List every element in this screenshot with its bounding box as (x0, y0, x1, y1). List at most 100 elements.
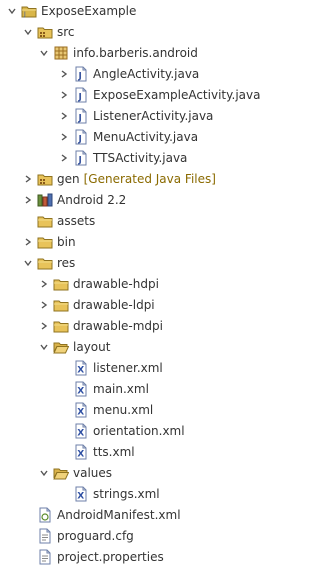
tree-item-label: Android 2.2 (57, 192, 127, 207)
java-file-icon: J (73, 87, 89, 103)
chevron-right-icon[interactable] (38, 278, 50, 290)
tree-item[interactable]: assets (0, 210, 249, 231)
tree-item[interactable]: Xmenu.xml (0, 399, 249, 420)
svg-text:X: X (77, 428, 84, 438)
tree-item[interactable]: info.barberis.android (0, 42, 249, 63)
tree-item-label: gen (57, 171, 80, 186)
tree-item[interactable]: Xlistener.xml (0, 357, 249, 378)
tree-item[interactable]: res (0, 252, 249, 273)
chevron-right-icon[interactable] (58, 131, 70, 143)
chevron-down-icon[interactable] (38, 341, 50, 353)
chevron-down-icon[interactable] (38, 467, 50, 479)
project-icon: J (21, 3, 37, 19)
tree-item[interactable]: drawable-mdpi (0, 315, 249, 336)
folder-icon (37, 234, 53, 250)
svg-text:J: J (78, 113, 82, 123)
tree-item[interactable]: proguard.cfg (0, 525, 249, 546)
tree-item[interactable]: AndroidManifest.xml (0, 504, 249, 525)
svg-text:X: X (77, 491, 84, 501)
folder-icon (53, 276, 69, 292)
tree-item-label: TTSActivity.java (93, 150, 188, 165)
tree-item[interactable]: Xorientation.xml (0, 420, 249, 441)
tree-item-label: listener.xml (93, 360, 163, 375)
svg-text:X: X (77, 449, 84, 459)
chevron-right-icon[interactable] (38, 299, 50, 311)
tree-item-label: bin (57, 234, 76, 249)
tree-item[interactable]: src (0, 21, 249, 42)
tree-item[interactable]: Android 2.2 (0, 189, 249, 210)
chevron-down-icon[interactable] (38, 47, 50, 59)
tree-item[interactable]: Xstrings.xml (0, 483, 249, 504)
folder-icon (37, 213, 53, 229)
chevron-down-icon[interactable] (22, 257, 34, 269)
tree-item-label: src (57, 24, 75, 39)
xml-file-icon: X (73, 402, 89, 418)
tree-item-label: layout (73, 339, 111, 354)
tree-item[interactable]: Xmain.xml (0, 378, 249, 399)
tree-item[interactable]: J AngleActivity.java (0, 63, 249, 84)
tree-item-label: strings.xml (93, 486, 160, 501)
tree-item[interactable]: values (0, 462, 249, 483)
tree-item[interactable]: Xtts.xml (0, 441, 249, 462)
library-icon (37, 192, 53, 208)
tree-item-label: AngleActivity.java (93, 66, 200, 81)
svg-text:J: J (78, 71, 82, 81)
folder-icon (37, 255, 53, 271)
source-folder-icon (37, 171, 53, 187)
tree-item-label: drawable-mdpi (73, 318, 163, 333)
source-folder-icon (37, 24, 53, 40)
chevron-right-icon[interactable] (58, 68, 70, 80)
tree-item-label: orientation.xml (93, 423, 185, 438)
svg-text:J: J (23, 11, 26, 18)
chevron-right-icon[interactable] (22, 194, 34, 206)
chevron-right-icon[interactable] (58, 89, 70, 101)
tree-item[interactable]: J TTSActivity.java (0, 147, 249, 168)
tree-item[interactable]: bin (0, 231, 249, 252)
chevron-right-icon[interactable] (58, 110, 70, 122)
tree-item[interactable]: project.properties (0, 546, 249, 567)
text-file-icon (37, 528, 53, 544)
tree-item[interactable]: J MenuActivity.java (0, 126, 249, 147)
tree-item-label: info.barberis.android (73, 45, 198, 60)
java-file-icon: J (73, 66, 89, 82)
tree-item[interactable]: layout (0, 336, 249, 357)
chevron-right-icon[interactable] (58, 152, 70, 164)
tree-item-label: ExposeExampleActivity.java (93, 87, 261, 102)
tree-item[interactable]: J ExposeExampleActivity.java (0, 84, 260, 105)
package-explorer-tree: J ExposeExample src info.barberis.android J A… (0, 0, 260, 567)
chevron-right-icon[interactable] (22, 236, 34, 248)
chevron-down-icon[interactable] (6, 5, 18, 17)
java-file-icon: J (73, 108, 89, 124)
tree-item-label: values (73, 465, 113, 480)
xml-file-icon: X (73, 381, 89, 397)
tree-item[interactable]: gen [Generated Java Files] (0, 168, 249, 189)
java-file-icon: J (73, 129, 89, 145)
tree-item-label: AndroidManifest.xml (57, 507, 181, 522)
svg-text:J: J (78, 134, 82, 144)
tree-item[interactable]: drawable-hdpi (0, 273, 249, 294)
tree-item[interactable]: J ListenerActivity.java (0, 105, 249, 126)
chevron-down-icon[interactable] (22, 26, 34, 38)
tree-item-label: ListenerActivity.java (93, 108, 214, 123)
svg-text:X: X (77, 407, 84, 417)
chevron-right-icon[interactable] (38, 320, 50, 332)
tree-item-label: drawable-hdpi (73, 276, 159, 291)
svg-text:X: X (77, 386, 84, 396)
tree-item[interactable]: J ExposeExample (0, 0, 249, 21)
svg-text:X: X (77, 365, 84, 375)
tree-item[interactable]: drawable-ldpi (0, 294, 249, 315)
xml-file-icon: X (73, 444, 89, 460)
tree-item-label: main.xml (93, 381, 149, 396)
chevron-right-icon[interactable] (22, 173, 34, 185)
tree-item-label: menu.xml (93, 402, 154, 417)
java-file-icon: J (73, 150, 89, 166)
svg-text:J: J (78, 92, 82, 102)
